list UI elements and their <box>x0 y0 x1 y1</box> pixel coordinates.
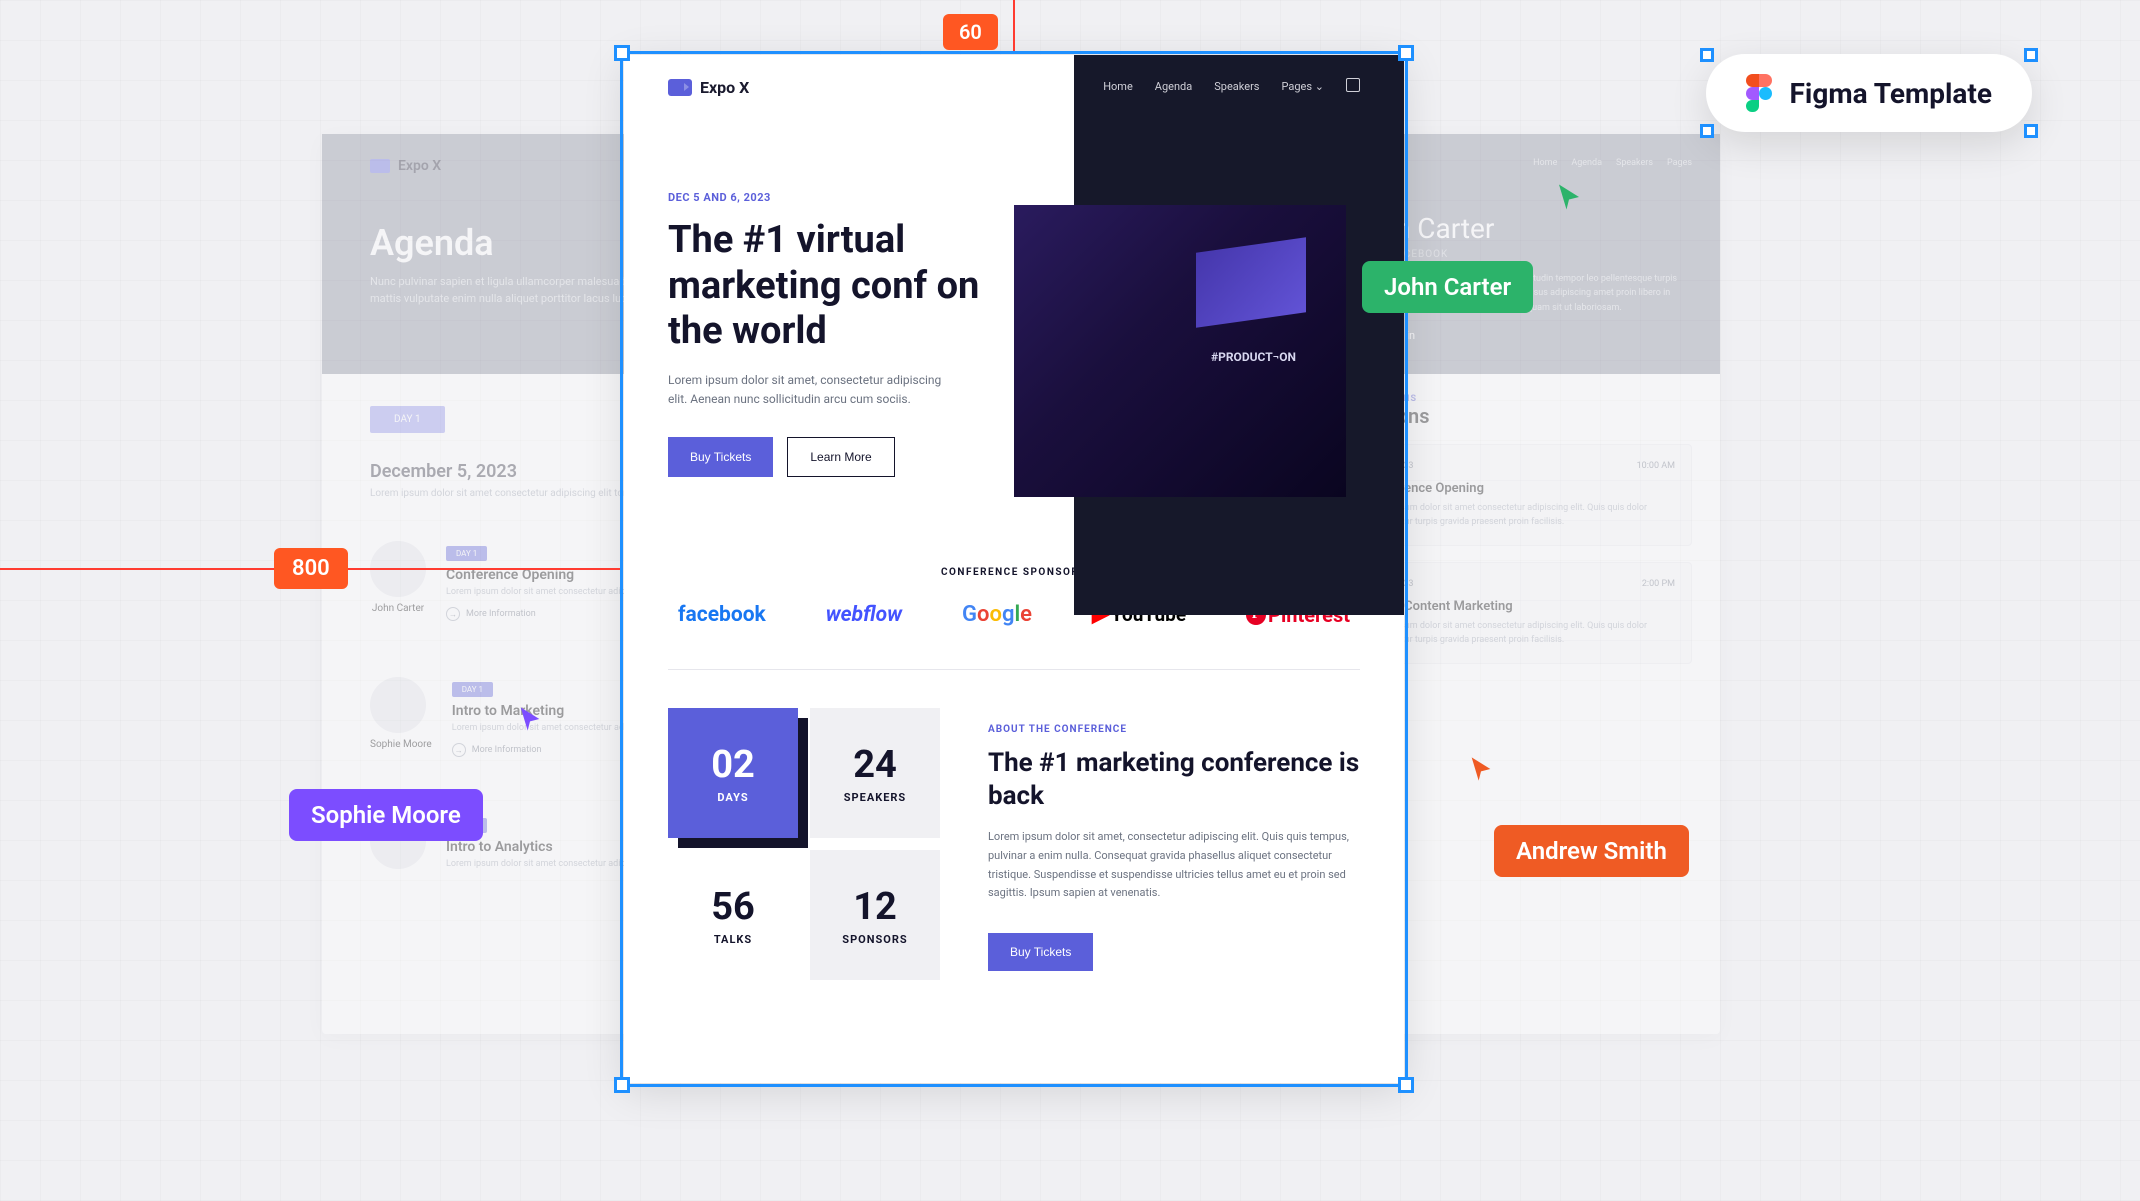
session-title: Conference Opening <box>1365 481 1675 496</box>
logo-icon <box>370 159 390 173</box>
measurement-line-vertical <box>1013 0 1015 53</box>
linkedin-icon: in <box>1406 329 1415 342</box>
logo-icon <box>668 79 692 96</box>
day-pill: DAY 1 <box>452 682 493 697</box>
stat-label: TALKS <box>714 933 752 946</box>
resize-handle-br[interactable] <box>2024 124 2038 138</box>
nav-home: Home <box>1533 158 1557 168</box>
hero-eyebrow: DEC 5 AND 6, 2023 <box>668 191 1009 204</box>
stat-number: 24 <box>853 743 897 787</box>
buy-tickets-button[interactable]: Buy Tickets <box>988 933 1093 971</box>
collaborator-label-andrew: Andrew Smith <box>1494 825 1689 877</box>
session-time: 10:00 AM <box>1637 461 1675 471</box>
sponsor-webflow: webflow <box>826 603 902 627</box>
nav-speakers: Speakers <box>1616 158 1653 168</box>
nav-speakers[interactable]: Speakers <box>1214 80 1259 93</box>
resize-handle-tl[interactable] <box>1700 48 1714 62</box>
divider <box>668 669 1360 670</box>
day-tab: DAY 1 <box>370 406 445 433</box>
stat-number: 56 <box>711 885 755 929</box>
arrow-icon: → <box>446 607 460 621</box>
speaker-name: Sophie Moore <box>370 739 432 750</box>
avatar <box>370 677 426 733</box>
measurement-badge-left: 800 <box>274 548 348 589</box>
stat-label: DAYS <box>717 791 748 804</box>
main-frame-homepage[interactable]: Expo X Home Agenda Speakers Pages DEC 5 … <box>624 55 1404 1083</box>
about-headline: The #1 marketing conference is back <box>988 747 1360 812</box>
stat-number: 02 <box>711 743 755 787</box>
about-body: Lorem ipsum dolor sit amet, consectetur … <box>988 828 1360 903</box>
resize-handle-tr[interactable] <box>2024 48 2038 62</box>
resize-handle-bl[interactable] <box>1700 124 1714 138</box>
hero-headline: The #1 virtual marketing conf on the wor… <box>668 218 1009 355</box>
buy-tickets-button[interactable]: Buy Tickets <box>668 437 773 477</box>
about-section: 02 DAYS 24 SPEAKERS 56 TALKS 12 SPONSORS… <box>624 688 1404 1000</box>
measurement-badge-top: 60 <box>943 14 998 50</box>
logo-text: Expo X <box>398 158 441 174</box>
nav-agenda: Agenda <box>1571 158 1602 168</box>
sponsor-google: Google <box>962 602 1032 627</box>
cursor-john <box>1554 182 1584 212</box>
collaborator-label-sophie: Sophie Moore <box>289 789 483 841</box>
session-text: Lorem ipsum dolor sit amet consectetur a… <box>1365 620 1675 647</box>
day-pill: DAY 1 <box>446 546 487 561</box>
nav-home[interactable]: Home <box>1103 80 1133 93</box>
cursor-andrew <box>1467 755 1495 783</box>
session-text: Lorem ipsum dolor sit amet consectetur a… <box>1365 502 1675 529</box>
nav-pages-dropdown[interactable]: Pages <box>1281 80 1324 93</box>
nav-links: Home Agenda Speakers Pages <box>1103 79 1360 93</box>
nav-agenda[interactable]: Agenda <box>1155 80 1192 93</box>
cursor-sophie <box>516 705 544 733</box>
collaborator-label-john: John Carter <box>1362 261 1533 313</box>
hero-image <box>1014 205 1346 497</box>
learn-more-button[interactable]: Learn More <box>787 437 894 477</box>
cart-icon[interactable] <box>1346 78 1360 92</box>
arrow-icon: → <box>452 743 466 757</box>
stats-grid: 02 DAYS 24 SPEAKERS 56 TALKS 12 SPONSORS <box>668 708 940 980</box>
stat-talks: 56 TALKS <box>668 850 798 980</box>
stat-label: SPONSORS <box>842 933 907 946</box>
logo[interactable]: Expo X <box>668 78 749 97</box>
figma-logo-icon <box>1746 74 1772 112</box>
stat-speakers: 24 SPEAKERS <box>810 708 940 838</box>
nav-pages: Pages <box>1667 158 1692 168</box>
logo-text: Expo X <box>700 78 749 97</box>
speaker-name: John Carter <box>370 603 426 614</box>
figma-template-pill[interactable]: Figma Template <box>1706 54 2032 132</box>
hero-section: DEC 5 AND 6, 2023 The #1 virtual marketi… <box>624 119 1404 525</box>
sponsor-facebook: facebook <box>678 603 766 627</box>
session-title: SEO & Content Marketing <box>1365 599 1675 614</box>
stat-sponsors: 12 SPONSORS <box>810 850 940 980</box>
stat-days: 02 DAYS <box>668 708 798 838</box>
about-eyebrow: ABOUT THE CONFERENCE <box>988 724 1360 735</box>
stat-number: 12 <box>853 885 897 929</box>
stat-label: SPEAKERS <box>844 791 906 804</box>
figma-template-label: Figma Template <box>1790 77 1992 110</box>
hero-body: Lorem ipsum dolor sit amet, consectetur … <box>668 371 948 409</box>
session-time: 2:00 PM <box>1642 579 1675 589</box>
